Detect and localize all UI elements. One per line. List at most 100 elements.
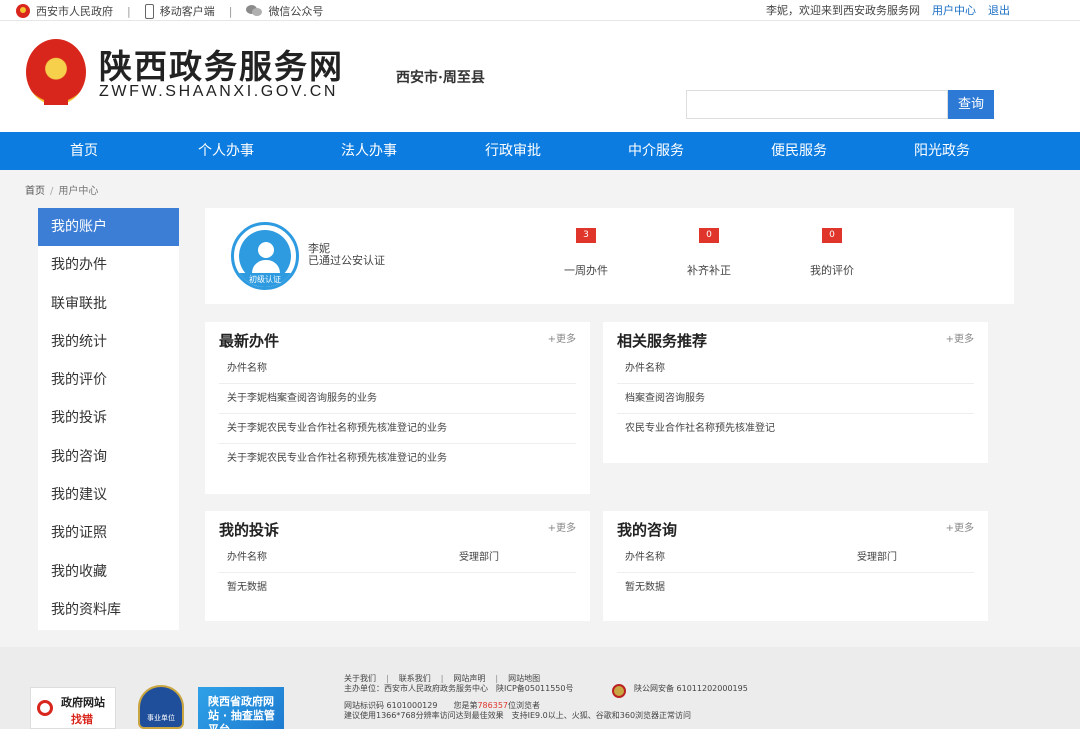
top-bar-left: 西安市人民政府 | 移动客户端 | 微信公众号	[16, 3, 323, 19]
empty-state: 暂无数据	[227, 582, 267, 593]
more-link[interactable]: +更多	[548, 330, 576, 345]
more-link[interactable]: +更多	[946, 330, 974, 345]
more-link[interactable]: +更多	[548, 519, 576, 534]
gov-link[interactable]: 西安市人民政府	[16, 3, 113, 19]
user-center-link[interactable]: 用户中心	[932, 2, 976, 18]
sidebar-item-favorites[interactable]: 我的收藏	[38, 553, 179, 591]
logout-link[interactable]: 退出	[988, 2, 1010, 18]
breadcrumb: 首页 / 用户中心	[25, 182, 98, 197]
sidebar-item-account[interactable]: 我的账户	[38, 208, 179, 247]
panel-title: 我的咨询	[617, 521, 678, 539]
nav-item-convenience[interactable]: 便民服务	[771, 132, 827, 170]
region-label[interactable]: 西安市·周至县	[396, 67, 485, 87]
column-header-case-name: 办件名称	[227, 552, 267, 563]
main-nav: 首页 个人办事 法人办事 行政审批 中介服务 便民服务 阳光政务	[0, 132, 1080, 170]
stat-label: 补齐补正	[687, 264, 731, 277]
sidebar-item-suggestions[interactable]: 我的建议	[38, 476, 179, 514]
list-item[interactable]: 档案查阅咨询服务	[617, 384, 974, 414]
visits-suffix: 位浏览者	[508, 701, 540, 710]
site-url: ZWFW.SHAANXI.GOV.CN	[99, 83, 339, 100]
welcome-text: 李妮，欢迎来到西安政务服务网	[766, 4, 920, 17]
stat-my-reviews[interactable]: 0 我的评价	[792, 222, 872, 278]
breadcrumb-current: 用户中心	[58, 186, 99, 197]
mobile-link-label: 移动客户端	[159, 5, 215, 18]
sidebar-item-joint-approval[interactable]: 联审联批	[38, 285, 179, 323]
divider: |	[440, 674, 444, 683]
badge-text: 事业单位	[147, 714, 175, 722]
divider: |	[127, 4, 131, 18]
footer-link-about[interactable]: 关于我们	[344, 674, 376, 683]
phone-icon	[144, 3, 154, 19]
footer-host-line: 主办单位：西安市人民政府政务服务中心 陕ICP备05011550号	[344, 684, 574, 693]
column-header-department: 受理部门	[459, 552, 499, 563]
sidebar-item-complaints[interactable]: 我的投诉	[38, 399, 179, 437]
avatar[interactable]: 初级认证	[231, 222, 299, 290]
divider: |	[495, 674, 499, 683]
column-header-department: 受理部门	[857, 552, 897, 563]
visits-prefix: 您是第	[453, 701, 478, 710]
breadcrumb-home[interactable]: 首页	[25, 186, 45, 197]
footer-link-sitemap[interactable]: 网站地图	[508, 674, 540, 683]
breadcrumb-separator: /	[50, 186, 54, 197]
sidebar-item-statistics[interactable]: 我的统计	[38, 323, 179, 361]
public-institution-badge[interactable]: 事业单位	[138, 685, 184, 729]
site-title[interactable]: 陕西政务服务网	[99, 40, 344, 88]
list-item[interactable]: 关于李妮农民专业合作社名称预先核准登记的业务	[219, 444, 576, 474]
footer-link-statement[interactable]: 网站声明	[453, 674, 485, 683]
site-header: 陕西政务服务网 ZWFW.SHAANXI.GOV.CN 西安市·周至县 查询	[0, 20, 1080, 132]
divider: |	[386, 674, 389, 683]
emblem-icon	[16, 4, 30, 18]
nav-item-home[interactable]: 首页	[70, 132, 98, 170]
certification-badge: 初级认证	[234, 273, 296, 287]
list-item[interactable]: 农民专业合作社名称预先核准登记	[617, 414, 974, 444]
nav-item-personal[interactable]: 个人办事	[198, 132, 254, 170]
police-record-text[interactable]: 陕公网安备 61011202000195	[634, 684, 748, 693]
nav-item-approval[interactable]: 行政审批	[485, 132, 541, 170]
table-header: 办件名称 受理部门	[617, 543, 974, 573]
latest-cases-panel: 最新办件 +更多 办件名称 关于李妮档案查阅咨询服务的业务 关于李妮农民专业合作…	[205, 322, 590, 494]
recommended-services-panel: 相关服务推荐 +更多 办件名称 档案查阅咨询服务 农民专业合作社名称预先核准登记	[603, 322, 988, 463]
nav-item-intermediary[interactable]: 中介服务	[628, 132, 684, 170]
visit-count: 786357	[477, 701, 508, 710]
stat-count-badge: 3	[576, 228, 596, 243]
more-link[interactable]: +更多	[946, 519, 974, 534]
footer-links: 关于我们 | 联系我们 | 网站声明 | 网站地图	[344, 674, 540, 683]
sidebar-item-consults[interactable]: 我的咨询	[38, 438, 179, 476]
website-inspection-platform-logo[interactable]: 陕西省政府网站 · 抽查监管平台	[198, 687, 284, 729]
divider: |	[228, 4, 233, 18]
panel-title: 我的投诉	[219, 521, 280, 539]
national-emblem-logo[interactable]	[26, 39, 86, 105]
sidebar-item-licenses[interactable]: 我的证照	[38, 514, 179, 552]
table-header: 办件名称 受理部门	[219, 543, 576, 573]
nav-item-legal-entity[interactable]: 法人办事	[341, 132, 397, 170]
logo-text: 找错	[71, 713, 93, 726]
account-panel: 初级认证 李妮 已通过公安认证 3 一周办件 0 补齐补正 0 我的评价	[205, 208, 1014, 304]
gov-link-label: 西安市人民政府	[36, 5, 113, 18]
panel-title: 最新办件	[219, 332, 280, 350]
icp-text[interactable]: 陕ICP备05011550号	[496, 684, 574, 693]
column-header-case-name: 办件名称	[625, 552, 665, 563]
stat-label: 我的评价	[810, 264, 854, 277]
table-header: 办件名称	[617, 354, 974, 384]
sidebar-item-cases[interactable]: 我的办件	[38, 246, 179, 284]
user-verification-status: 已通过公安认证	[308, 254, 385, 267]
gov-website-error-report-logo[interactable]: 政府网站 找错	[30, 687, 116, 729]
stat-weekly-cases[interactable]: 3 一周办件	[546, 222, 626, 278]
wechat-link[interactable]: 微信公众号	[246, 3, 323, 19]
complaints-panel: 我的投诉 +更多 办件名称 受理部门 暂无数据	[205, 511, 590, 621]
sidebar-item-document-library[interactable]: 我的资料库	[38, 591, 179, 629]
magnifier-icon	[37, 700, 53, 716]
footer-site-id-line: 网站标识码 6101000129 您是第786357位浏览者	[344, 701, 540, 710]
search-input[interactable]	[686, 90, 948, 119]
empty-state: 暂无数据	[625, 582, 665, 593]
browser-tip: 建议使用1366*768分辨率访问达到最佳效果 支持IE9.0以上、火狐、谷歌和…	[344, 711, 692, 720]
stat-corrections[interactable]: 0 补齐补正	[669, 222, 749, 278]
list-item[interactable]: 关于李妮档案查阅咨询服务的业务	[219, 384, 576, 414]
sidebar-item-reviews[interactable]: 我的评价	[38, 361, 179, 399]
consults-panel: 我的咨询 +更多 办件名称 受理部门 暂无数据	[603, 511, 988, 621]
search-button[interactable]: 查询	[948, 90, 994, 119]
footer-link-contact[interactable]: 联系我们	[399, 674, 431, 683]
list-item[interactable]: 关于李妮农民专业合作社名称预先核准登记的业务	[219, 414, 576, 444]
mobile-link[interactable]: 移动客户端	[144, 3, 215, 19]
nav-item-transparency[interactable]: 阳光政务	[914, 132, 970, 170]
